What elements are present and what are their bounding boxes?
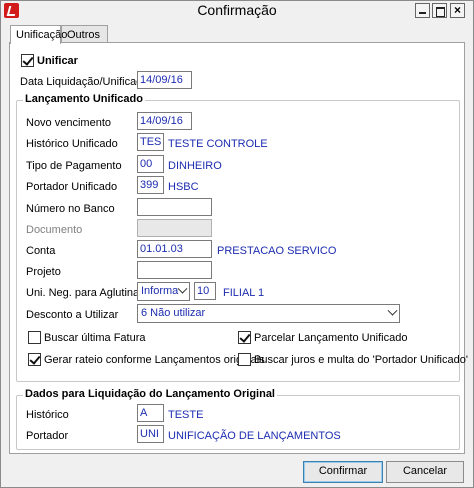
uni-neg-select-value: Informa — [141, 285, 179, 297]
tipo-pagamento-desc: DINHEIRO — [168, 160, 222, 172]
maximize-button[interactable] — [432, 3, 447, 18]
tipo-pagamento-label: Tipo de Pagamento — [26, 160, 122, 172]
data-liquidacao-field[interactable]: 14/09/16 — [137, 71, 192, 89]
gerar-rateio-checkbox[interactable] — [28, 353, 41, 366]
buscar-fatura-label: Buscar última Fatura — [44, 332, 146, 344]
tab-outros[interactable]: Outros — [61, 25, 108, 43]
liquidacao-portador-code[interactable]: UNI — [137, 425, 164, 443]
projeto-field[interactable] — [137, 261, 212, 279]
historico-unificado-code[interactable]: TES — [137, 133, 164, 151]
cancelar-button[interactable]: Cancelar — [386, 461, 464, 483]
chevron-down-icon — [387, 305, 398, 316]
historico-unificado-desc: TESTE CONTROLE — [168, 138, 268, 150]
liquidacao-portador-desc: UNIFICAÇÃO DE LANÇAMENTOS — [168, 430, 341, 442]
gerar-rateio-label: Gerar rateio conforme Lançamentos origin… — [44, 354, 265, 366]
tab-panel: Unificar Data Liquidação/Unificação 14/0… — [9, 42, 468, 454]
confirmar-button[interactable]: Confirmar — [303, 461, 383, 483]
desconto-select-value: 6 Não utilizar — [141, 307, 206, 319]
title-bar: Confirmação × — [1, 1, 473, 21]
window-title: Confirmação — [197, 2, 277, 18]
portador-unificado-desc: HSBC — [168, 181, 199, 193]
historico-unificado-label: Histórico Unificado — [26, 138, 118, 150]
liquidacao-historico-code[interactable]: A — [137, 404, 164, 422]
liquidacao-portador-label: Portador — [26, 430, 69, 442]
desconto-select[interactable]: 6 Não utilizar — [137, 304, 400, 323]
portador-unificado-label: Portador Unificado — [26, 181, 118, 193]
lancamento-unificado-group: Lançamento Unificado Novo vencimento 14/… — [16, 93, 468, 382]
liquidacao-historico-label: Histórico — [26, 409, 69, 421]
uni-neg-code[interactable]: 10 — [194, 282, 216, 300]
novo-vencimento-field[interactable]: 14/09/16 — [137, 112, 192, 130]
parcelar-label: Parcelar Lançamento Unificado — [254, 332, 408, 344]
confirmation-window: Confirmação × Unificação Outros Unificar… — [0, 0, 474, 488]
buscar-juros-checkbox[interactable] — [238, 353, 251, 366]
liquidacao-group: Dados para Liquidação do Lançamento Orig… — [16, 388, 460, 450]
unificar-label: Unificar — [37, 55, 78, 67]
documento-field — [137, 219, 212, 237]
parcelar-checkbox[interactable] — [238, 331, 251, 344]
buscar-fatura-checkbox[interactable] — [28, 331, 41, 344]
unificar-checkbox[interactable] — [21, 54, 34, 67]
tab-unificacao[interactable]: Unificação — [10, 25, 67, 44]
conta-desc: PRESTACAO SERVICO — [217, 245, 337, 257]
conta-code[interactable]: 01.01.03 — [137, 240, 212, 258]
liquidacao-title: Dados para Liquidação do Lançamento Orig… — [23, 388, 277, 400]
close-button[interactable]: × — [450, 3, 465, 18]
lancamento-unificado-title: Lançamento Unificado — [23, 93, 145, 105]
uni-neg-select[interactable]: Informa — [137, 282, 190, 301]
documento-label: Documento — [26, 224, 83, 236]
tipo-pagamento-code[interactable]: 00 — [137, 155, 164, 173]
portador-unificado-code[interactable]: 399 — [137, 176, 164, 194]
data-liquidacao-label: Data Liquidação/Unificação — [20, 76, 154, 88]
minimize-button[interactable] — [415, 3, 430, 18]
numero-banco-label: Número no Banco — [26, 203, 115, 215]
desconto-label: Desconto a Utilizar — [26, 309, 119, 321]
liquidacao-historico-desc: TESTE — [168, 409, 204, 421]
projeto-label: Projeto — [26, 266, 61, 278]
conta-label: Conta — [26, 245, 56, 257]
buscar-juros-label: Buscar juros e multa do 'Portador Unific… — [254, 354, 468, 366]
uni-neg-desc: FILIAL 1 — [223, 287, 265, 299]
chevron-down-icon — [177, 283, 188, 294]
novo-vencimento-label: Novo vencimento — [26, 117, 111, 129]
numero-banco-field[interactable] — [137, 198, 212, 216]
